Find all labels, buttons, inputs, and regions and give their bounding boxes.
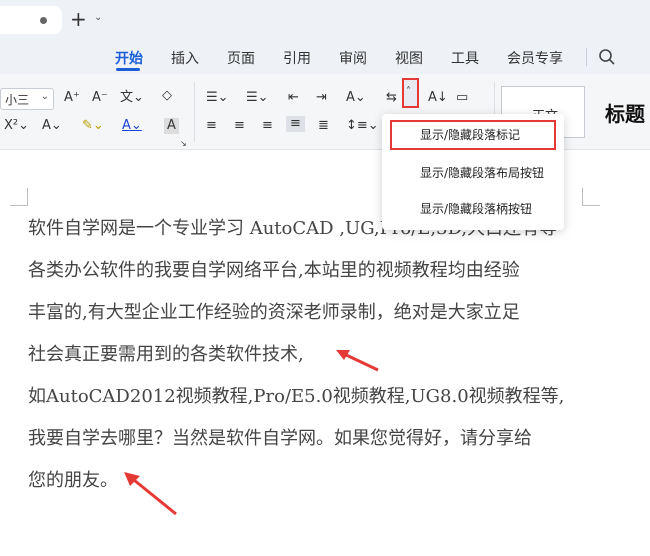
change-case-icon[interactable]: A⌄ xyxy=(346,90,366,106)
document-tab[interactable] xyxy=(0,6,62,34)
annotation-arrow-icon xyxy=(124,472,177,516)
tab-insert[interactable]: 插入 xyxy=(171,48,199,68)
font-color-icon[interactable]: A⌄ xyxy=(122,118,142,134)
tab-page[interactable]: 页面 xyxy=(227,48,255,68)
paragraph-line: 各类办公软件的我要自学网络平台,本站里的视频教程均由经验 xyxy=(28,260,520,281)
align-center-icon[interactable]: ≡ xyxy=(234,118,245,134)
pinyin-guide-icon[interactable]: 文⌄ xyxy=(120,90,144,106)
table-borders-icon[interactable]: ▭ xyxy=(456,90,468,106)
decrease-indent-icon[interactable]: ⇤ xyxy=(288,90,299,106)
menu-bar: 开始 插入 页面 引用 审阅 视图 工具 会员专享 xyxy=(0,40,650,74)
menu-item-toggle-layout-buttons[interactable]: 显示/隐藏段落布局按钮 xyxy=(382,158,564,188)
numbered-list-icon[interactable]: ☰⌄ xyxy=(246,90,269,106)
ribbon-divider xyxy=(194,82,195,142)
tab-view[interactable]: 视图 xyxy=(395,48,423,68)
active-tab-indicator xyxy=(116,68,140,71)
justify-icon[interactable]: ≡ xyxy=(286,116,305,132)
paragraph-line: 如AutoCAD2012视频教程,Pro/E5.0视频教程,UG8.0视频教程等… xyxy=(28,386,565,407)
search-icon[interactable] xyxy=(598,48,616,66)
annotation-arrow-icon xyxy=(336,350,379,372)
tab-member[interactable]: 会员专享 xyxy=(507,48,563,68)
paragraph-mark-options-button[interactable]: ˄ xyxy=(402,78,419,108)
chevron-down-icon[interactable]: ⌄ xyxy=(94,12,102,23)
align-right-icon[interactable]: ≡ xyxy=(262,118,273,134)
paragraph-line: 我要自学去哪里？当然是软件自学网。如果您觉得好，请分享给 xyxy=(28,428,532,449)
menu-item-toggle-paragraph-marks[interactable]: 显示/隐藏段落标记 xyxy=(390,120,556,150)
menu-divider xyxy=(586,48,587,66)
tab-home[interactable]: 开始 xyxy=(115,48,143,68)
chevron-up-icon: ˄ xyxy=(406,86,411,97)
char-shading-icon[interactable]: A xyxy=(164,118,179,134)
font-size-value: 小三 xyxy=(5,93,30,107)
text-effect-icon[interactable]: A⌄ xyxy=(42,118,62,134)
clear-format-icon[interactable]: ◇ xyxy=(162,88,172,104)
font-size-select[interactable]: 小三 ⌄ xyxy=(0,88,54,110)
sort-icon[interactable]: A↓ xyxy=(428,90,448,106)
style-heading-label[interactable]: 标题 xyxy=(605,98,645,127)
tab-tools[interactable]: 工具 xyxy=(451,48,479,68)
paragraph-line: 丰富的,有大型企业工作经验的资深老师录制，绝对是大家立足 xyxy=(28,302,520,323)
bullet-list-icon[interactable]: ☰⌄ xyxy=(206,90,229,106)
page-corner-mark xyxy=(582,188,600,206)
paragraph-mark-menu: 显示/隐藏段落标记 显示/隐藏段落布局按钮 显示/隐藏段落柄按钮 xyxy=(382,114,564,230)
line-spacing-icon[interactable]: ↕≡⌄ xyxy=(346,118,379,134)
superscript-icon[interactable]: X²⌄ xyxy=(4,118,29,134)
new-tab-plus-icon[interactable]: + xyxy=(70,8,87,30)
distributed-align-icon[interactable]: ≣ xyxy=(318,118,329,134)
decrease-font-icon[interactable]: A⁻ xyxy=(92,90,108,106)
align-left-icon[interactable]: ≡ xyxy=(206,118,217,134)
tab-references[interactable]: 引用 xyxy=(283,48,311,68)
tab-bar: + ⌄ xyxy=(0,0,650,40)
tab-review[interactable]: 审阅 xyxy=(339,48,367,68)
chevron-down-icon: ⌄ xyxy=(40,91,49,102)
increase-font-icon[interactable]: A⁺ xyxy=(64,90,80,106)
paragraph-mark-toggle-icon[interactable]: ⇆ xyxy=(386,90,397,106)
paragraph-line: 您的朋友。 xyxy=(28,470,118,491)
paragraph-line: 社会真正要需用到的各类软件技术, xyxy=(28,344,304,365)
unsaved-dot-icon xyxy=(40,17,47,24)
increase-indent-icon[interactable]: ⇥ xyxy=(316,90,327,106)
page-corner-mark xyxy=(10,188,28,206)
menu-item-toggle-handle-buttons[interactable]: 显示/隐藏段落柄按钮 xyxy=(382,194,564,224)
highlight-color-icon[interactable]: ✎⌄ xyxy=(82,118,104,134)
